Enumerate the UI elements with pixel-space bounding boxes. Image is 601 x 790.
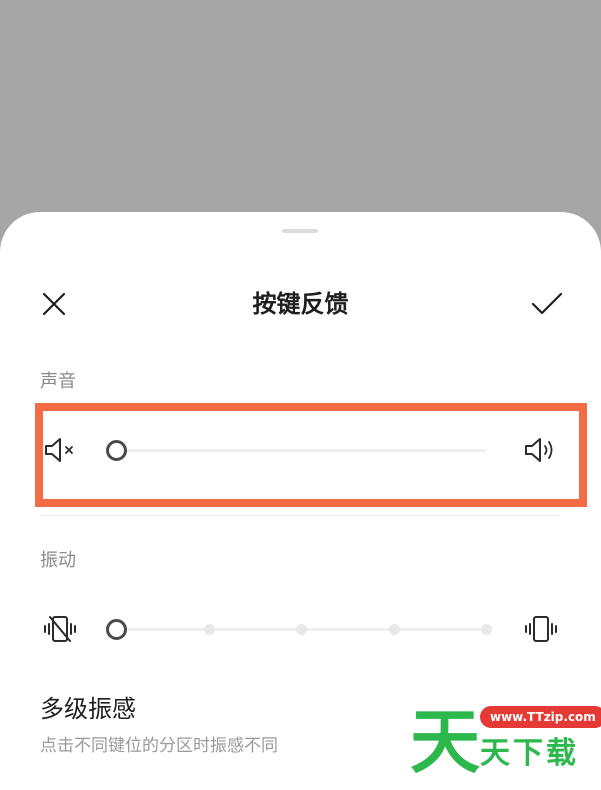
keyboard-feedback-sheet: 按键反馈 声音 振动 多级振感 点击不同键位的分区时振感不同 天 www.TTz… [0,212,601,790]
sound-slider-row [40,430,561,470]
vibration-section-label: 振动 [40,550,76,571]
watermark-url: www.TTzip.com [480,706,601,728]
vibration-step-dot[interactable] [388,624,400,635]
vibration-slider-row [40,609,561,649]
site-watermark: 天 www.TTzip.com 天下载 [410,701,601,783]
watermark-text: 天下载 [480,736,579,771]
multi-vibration-description: 点击不同键位的分区时振感不同 [40,736,278,756]
confirm-button[interactable] [527,284,567,324]
vibration-step-dot[interactable] [296,624,307,635]
sound-slider-track[interactable] [106,440,486,461]
volume-mute-icon[interactable] [40,430,80,470]
watermark-logo-char: 天 [410,701,480,783]
sound-section-label: 声音 [40,371,76,392]
volume-up-icon[interactable] [521,430,561,470]
sound-slider-thumb[interactable] [106,440,127,461]
sheet-title: 按键反馈 [252,290,349,318]
vibration-off-icon[interactable] [40,609,80,649]
vibration-slider-track[interactable] [106,619,492,640]
section-divider [40,515,559,516]
checkmark-icon [531,292,563,315]
multi-vibration-title[interactable]: 多级振感 [40,692,136,726]
vibration-step-dot[interactable] [203,624,215,635]
vibration-slider-thumb[interactable] [106,619,127,640]
vibration-step-dot[interactable] [481,624,492,635]
sheet-drag-handle[interactable] [282,229,318,233]
vibration-icon[interactable] [521,609,561,649]
